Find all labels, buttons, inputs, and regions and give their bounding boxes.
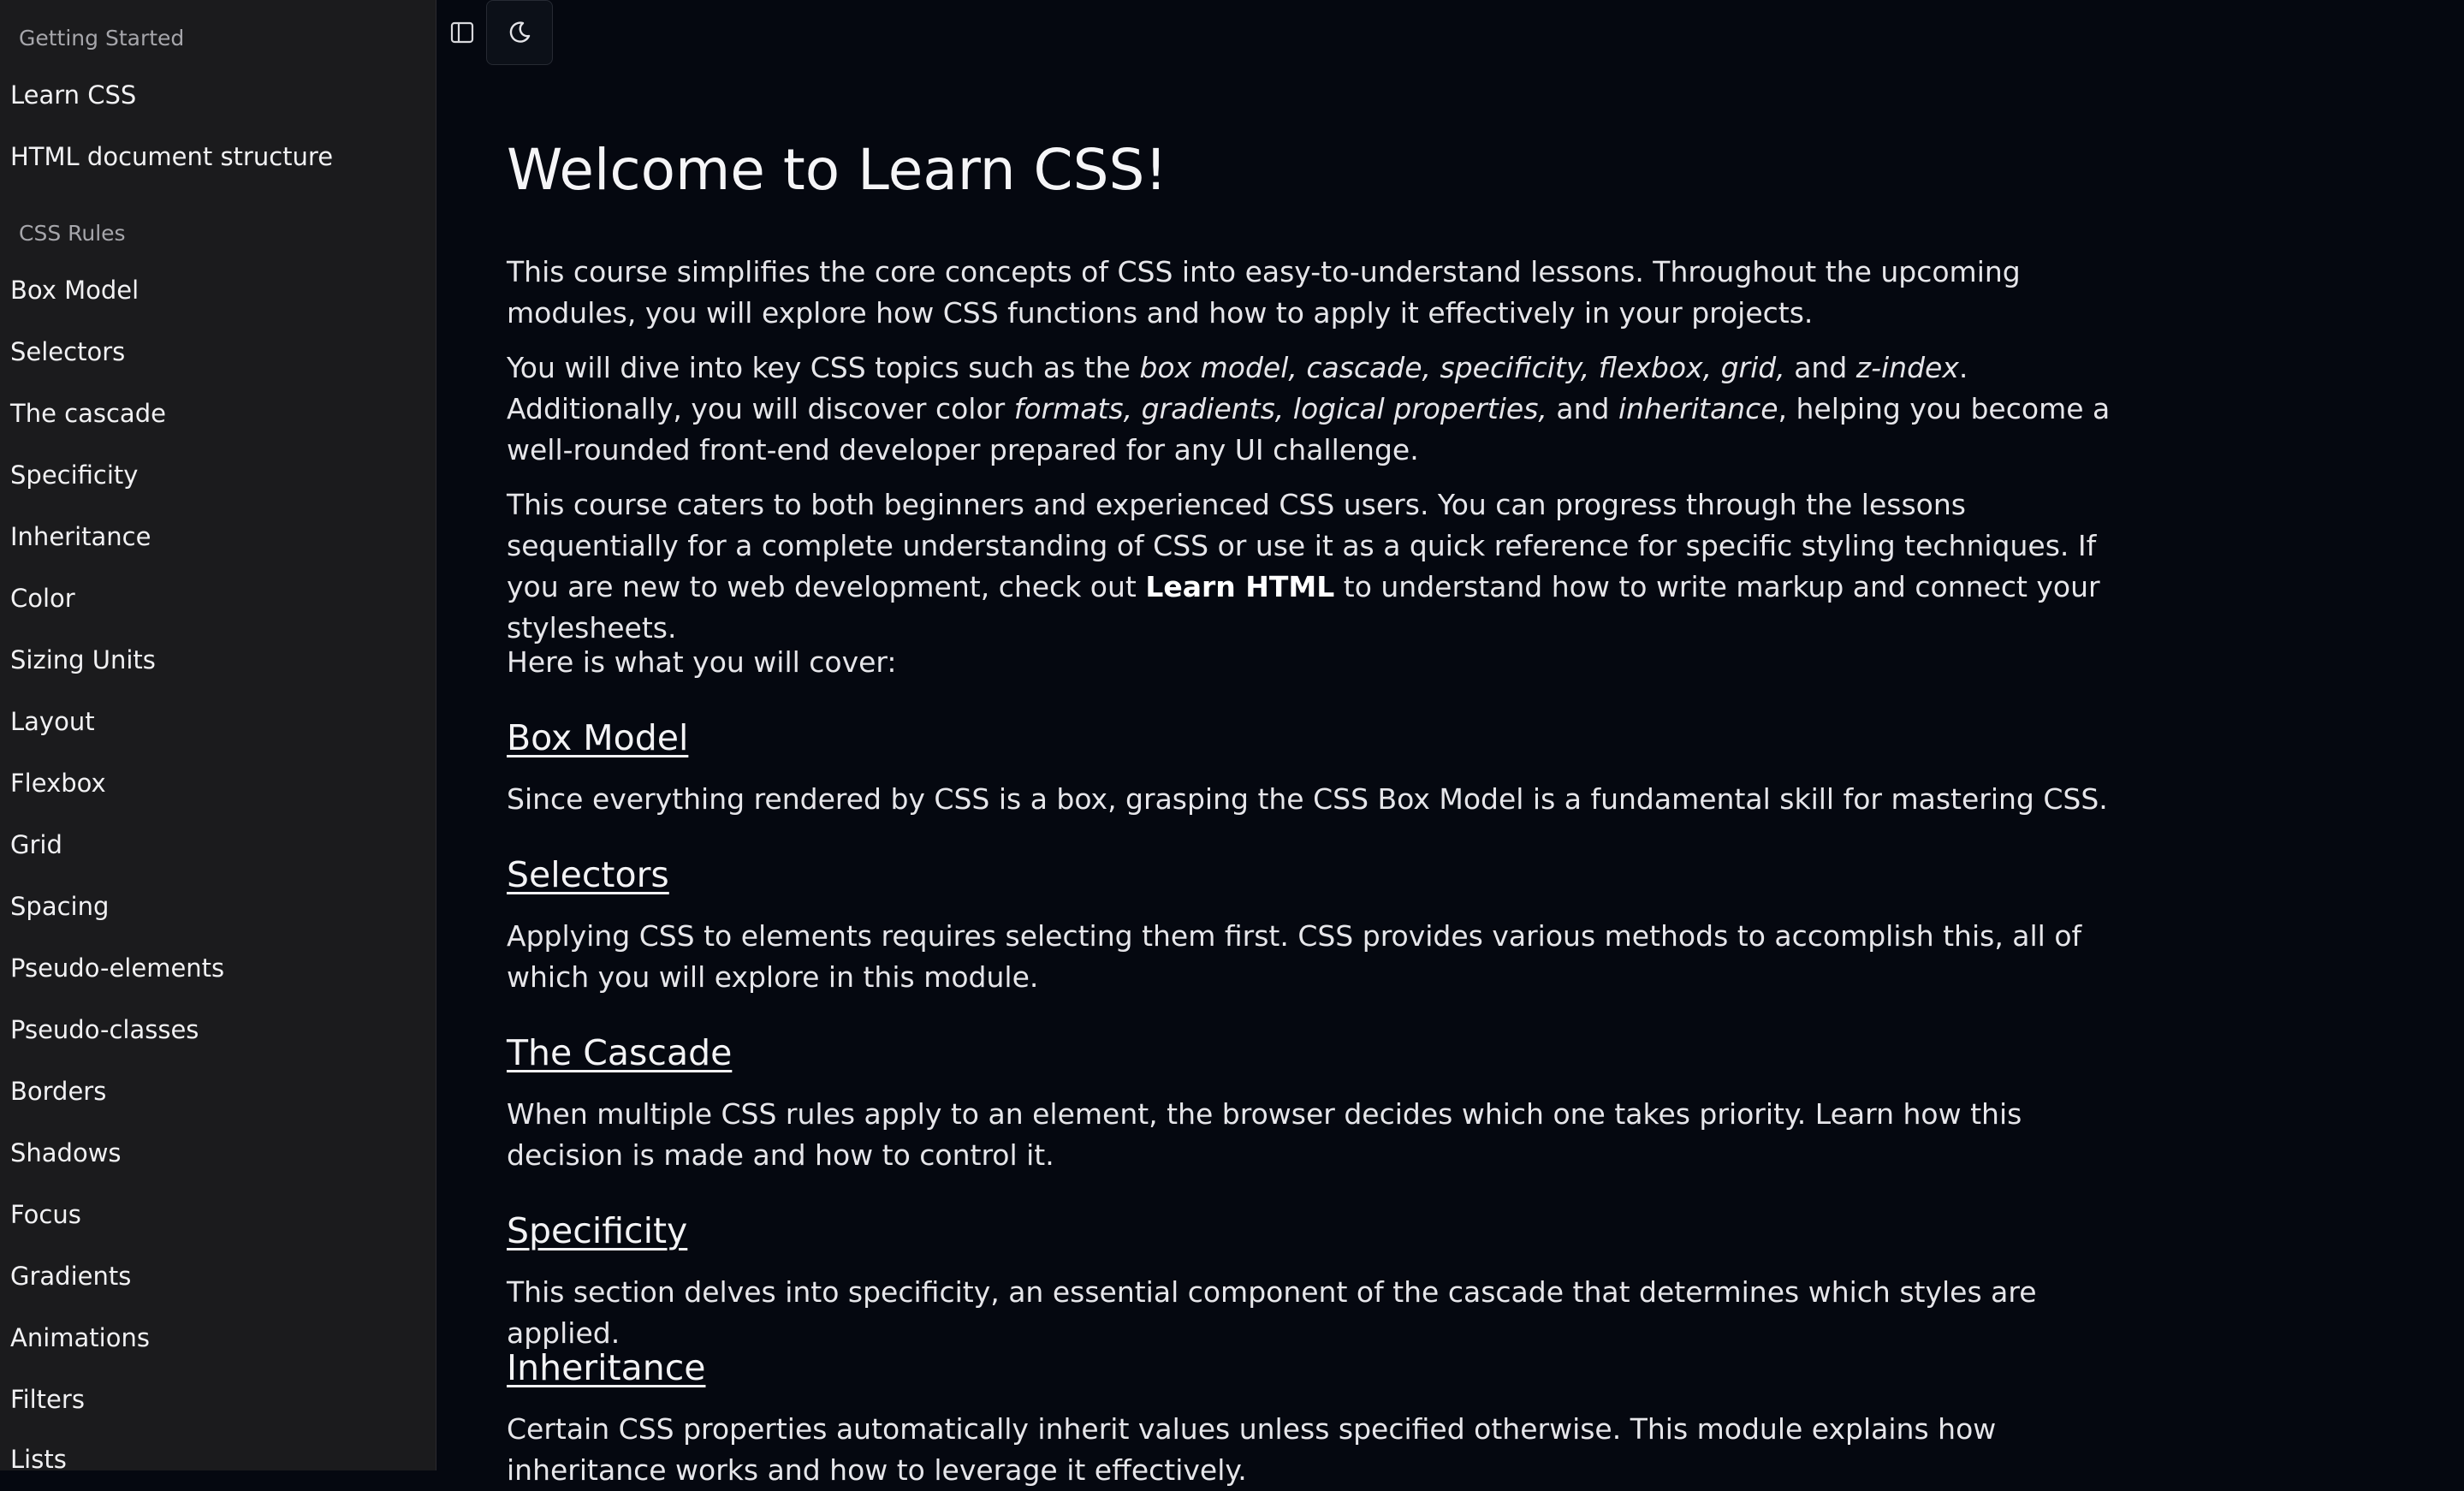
- sidebar-panel-icon: [450, 21, 474, 44]
- text-fragment: and: [1784, 351, 1856, 384]
- sidebar-item-animations[interactable]: Animations: [10, 1323, 150, 1352]
- text-fragment: and: [1547, 392, 1618, 425]
- sidebar-toggle-button[interactable]: [440, 15, 484, 50]
- sidebar-nav: Getting Started Learn CSS HTML document …: [0, 0, 436, 1470]
- page-title: Welcome to Learn CSS!: [507, 137, 1167, 203]
- sidebar-item-color[interactable]: Color: [10, 584, 75, 613]
- sidebar-item-selectors[interactable]: Selectors: [10, 337, 125, 366]
- section-text-selectors: Applying CSS to elements requires select…: [507, 919, 2082, 994]
- sidebar-item-learn-css[interactable]: Learn CSS: [10, 80, 136, 110]
- emphasis-text: z-index: [1855, 351, 1959, 384]
- emphasis-text: box model, cascade, specificity, flexbox…: [1139, 351, 1785, 384]
- sidebar-item-focus[interactable]: Focus: [10, 1200, 81, 1229]
- sidebar-item-grid[interactable]: Grid: [10, 830, 62, 859]
- section-text-inheritance: Certain CSS properties automatically inh…: [507, 1412, 1997, 1487]
- sidebar-item-flexbox[interactable]: Flexbox: [10, 769, 106, 798]
- sidebar-item-the-cascade[interactable]: The cascade: [10, 399, 166, 428]
- sidebar-item-inheritance[interactable]: Inheritance: [10, 522, 151, 551]
- sidebar-item-filters[interactable]: Filters: [10, 1385, 85, 1414]
- section-heading-specificity[interactable]: Specificity: [507, 1210, 687, 1251]
- section-heading-the-cascade[interactable]: The Cascade: [507, 1032, 732, 1073]
- section-heading-inheritance[interactable]: Inheritance: [507, 1347, 706, 1388]
- sidebar-item-gradients[interactable]: Gradients: [10, 1262, 131, 1291]
- section-text-the-cascade: When multiple CSS rules apply to an elem…: [507, 1097, 2022, 1172]
- sidebar-item-layout[interactable]: Layout: [10, 707, 95, 736]
- section-heading-box-model[interactable]: Box Model: [507, 717, 688, 758]
- sidebar-item-html-document-structure[interactable]: HTML document structure: [10, 142, 333, 171]
- section-text-specificity: This section delves into specificity, an…: [507, 1275, 2037, 1350]
- sidebar-item-spacing[interactable]: Spacing: [10, 892, 109, 921]
- cover-intro: Here is what you will cover:: [507, 645, 897, 679]
- sidebar-item-lists[interactable]: Lists: [10, 1445, 67, 1470]
- sidebar-group-title: CSS Rules: [19, 221, 126, 246]
- section-heading-selectors[interactable]: Selectors: [507, 854, 669, 895]
- sidebar-item-pseudo-elements[interactable]: Pseudo-elements: [10, 953, 224, 983]
- main-content: Welcome to Learn CSS! This course simpli…: [507, 0, 2133, 1487]
- sidebar-item-shadows[interactable]: Shadows: [10, 1138, 122, 1167]
- sidebar-item-borders[interactable]: Borders: [10, 1077, 106, 1106]
- topics-paragraph: You will dive into key CSS topics such a…: [507, 348, 2133, 471]
- audience-paragraph: This course caters to both beginners and…: [507, 484, 2133, 649]
- emphasis-text: inheritance: [1618, 392, 1778, 425]
- sidebar-item-sizing-units[interactable]: Sizing Units: [10, 645, 156, 674]
- sidebar-group-title: Getting Started: [19, 26, 185, 50]
- sidebar-item-specificity[interactable]: Specificity: [10, 460, 138, 490]
- intro-paragraph: This course simplifies the core concepts…: [507, 255, 2021, 330]
- sidebar-item-box-model[interactable]: Box Model: [10, 276, 139, 305]
- learn-html-link[interactable]: Learn HTML: [1145, 570, 1334, 603]
- text-fragment: You will dive into key CSS topics such a…: [507, 351, 1140, 384]
- section-text-box-model: Since everything rendered by CSS is a bo…: [507, 782, 2108, 816]
- emphasis-text: formats, gradients, logical properties,: [1013, 392, 1547, 425]
- sidebar-item-pseudo-classes[interactable]: Pseudo-classes: [10, 1015, 199, 1044]
